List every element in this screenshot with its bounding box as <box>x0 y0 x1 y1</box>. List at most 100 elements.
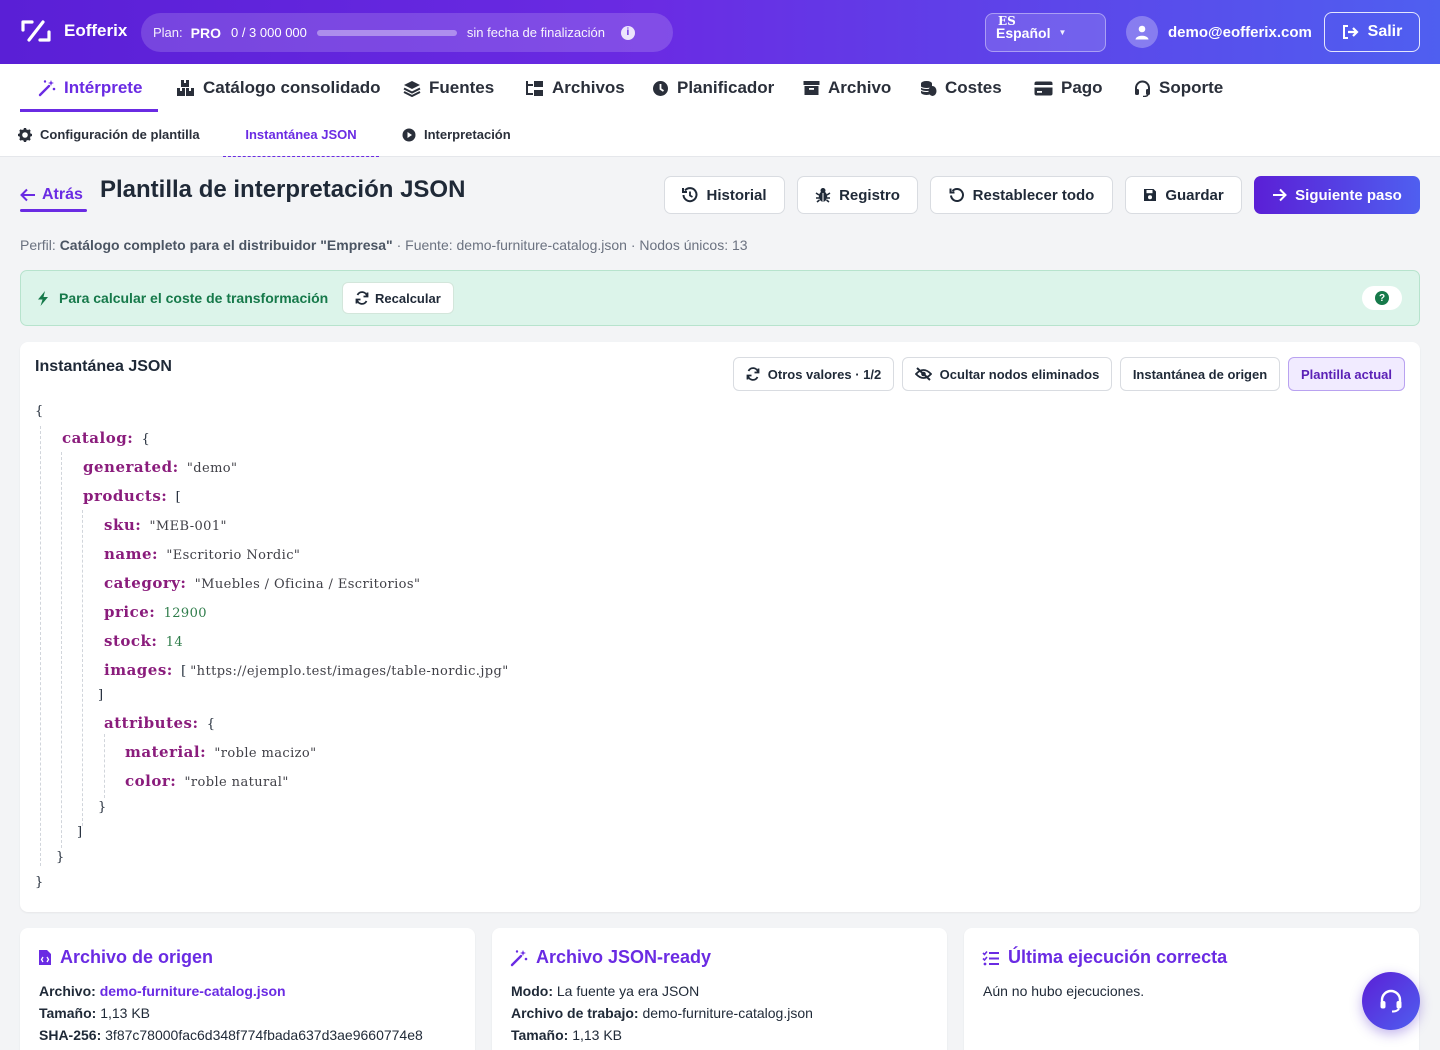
headset-icon <box>1134 80 1151 97</box>
subtab-label: Configuración de plantilla <box>40 127 200 142</box>
arrow-left-icon <box>20 188 36 202</box>
json-line-color[interactable]: color: "roble natural" <box>125 772 289 790</box>
sub-navigation: Configuración de plantilla Instantánea J… <box>0 112 1440 157</box>
recalculate-button[interactable]: Recalcular <box>342 282 454 314</box>
source-file-title: Archivo de origen <box>60 947 214 967</box>
logout-button[interactable]: Salir <box>1324 12 1420 52</box>
nav-item-planner[interactable]: Planificador <box>652 64 774 112</box>
refresh-icon <box>355 291 369 305</box>
language-selector[interactable]: ES Español ▼ <box>985 13 1106 52</box>
subtab-label: Instantánea JSON <box>245 127 357 142</box>
subtab-template-config[interactable]: Configuración de plantilla <box>18 112 200 157</box>
json-ready-title: Archivo JSON-ready <box>536 947 712 967</box>
save-label: Guardar <box>1165 186 1224 204</box>
nav-label: Fuentes <box>429 78 495 97</box>
nav-label: Intérprete <box>64 78 143 97</box>
last-run-text: Aún no hubo ejecuciones. <box>983 983 1145 999</box>
json-line-images[interactable]: images: [ "https://ejemplo.test/images/t… <box>104 661 509 679</box>
log-button[interactable]: Registro <box>797 176 918 214</box>
nav-item-archive[interactable]: Archivo <box>803 64 891 112</box>
json-ready-mode-row: Modo: La fuente ya era JSON <box>511 983 700 999</box>
subtab-label: Interpretación <box>424 127 511 142</box>
json-line-sku[interactable]: sku: "MEB-001" <box>104 516 227 534</box>
history-button[interactable]: Historial <box>664 176 785 214</box>
list-check-icon <box>982 950 1000 966</box>
last-run-card: Última ejecución correcta Aún no hubo ej… <box>964 928 1419 1050</box>
source-file-name-row: Archivo: demo-furniture-catalog.json <box>39 983 286 999</box>
source-info: · Fuente: demo-furniture-catalog.json · … <box>392 237 748 253</box>
source-file-size-row: Tamaño: 1,13 KB <box>39 1005 151 1021</box>
nav-item-interpreter[interactable]: Intérprete <box>20 64 158 112</box>
logout-label: Salir <box>1367 23 1403 40</box>
help-button[interactable]: ? <box>1362 286 1402 310</box>
boxes-icon <box>176 79 195 97</box>
sync-icon <box>746 367 760 381</box>
nav-label: Pago <box>1061 78 1103 97</box>
other-values-button[interactable]: Otros valores · 1/2 <box>733 357 894 391</box>
user-menu[interactable]: demo@eofferix.com <box>1126 16 1312 48</box>
main-navigation: Intérprete Catálogo consolidado Fuentes … <box>0 64 1440 112</box>
app-logo[interactable]: Eofferix <box>20 18 127 44</box>
cost-alert: Para calcular el coste de transformación… <box>20 270 1420 326</box>
user-email: demo@eofferix.com <box>1168 23 1312 41</box>
user-avatar-icon <box>1126 16 1158 48</box>
magic-wand-icon <box>38 79 56 97</box>
indent-guide <box>104 734 105 798</box>
json-line-attributes[interactable]: attributes: { <box>104 714 215 732</box>
json-line-price[interactable]: price: 12900 <box>104 603 207 621</box>
history-icon <box>682 187 698 203</box>
logout-icon <box>1342 24 1360 40</box>
json-line-generated[interactable]: generated: "demo" <box>83 458 237 476</box>
json-line: ] <box>98 688 104 703</box>
plan-usage: 0 / 3 000 000 <box>230 25 307 40</box>
history-label: Historial <box>706 186 767 204</box>
nav-item-costs[interactable]: Costes <box>920 64 1002 112</box>
profile-meta: Perfil: Catálogo completo para el distri… <box>20 237 748 253</box>
next-step-button[interactable]: Siguiente paso <box>1254 176 1420 214</box>
chevron-down-icon: ▼ <box>1058 28 1067 37</box>
hide-deleted-label: Ocultar nodos eliminados <box>939 366 1100 382</box>
reset-all-button[interactable]: Restablecer todo <box>930 176 1113 214</box>
json-line-products[interactable]: products: [ <box>83 487 181 505</box>
subtab-interpretation[interactable]: Interpretación <box>402 112 511 157</box>
nav-item-support[interactable]: Soporte <box>1134 64 1223 112</box>
plan-label: Plan: <box>153 25 183 40</box>
current-template-label: Plantilla actual <box>1300 366 1393 382</box>
plan-usage-pill: Plan: PRO 0 / 3 000 000 sin fecha de fin… <box>141 13 673 52</box>
reset-icon <box>949 187 965 203</box>
logo-icon <box>20 18 52 44</box>
json-line-material[interactable]: material: "roble macizo" <box>125 743 317 761</box>
next-step-label: Siguiente paso <box>1295 186 1402 204</box>
json-line-category[interactable]: category: "Muebles / Oficina / Escritori… <box>104 574 420 592</box>
nav-item-files[interactable]: Archivos <box>525 64 625 112</box>
indent-guide <box>82 510 83 826</box>
subtab-json-snapshot[interactable]: Instantánea JSON <box>223 112 379 157</box>
support-chat-button[interactable] <box>1362 972 1420 1030</box>
json-line: } <box>35 875 44 890</box>
json-line-name[interactable]: name: "Escritorio Nordic" <box>104 545 300 563</box>
other-values-label: Otros valores · 1/2 <box>767 366 882 382</box>
info-icon[interactable]: i <box>620 25 635 40</box>
save-button[interactable]: Guardar <box>1125 176 1242 214</box>
json-ready-work-row: Archivo de trabajo: demo-furniture-catal… <box>511 1005 813 1021</box>
nav-label: Archivo <box>828 78 892 97</box>
nav-item-payment[interactable]: Pago <box>1034 64 1103 112</box>
json-line-catalog[interactable]: catalog: { <box>62 429 150 447</box>
eye-slash-icon <box>914 367 932 381</box>
current-template-button[interactable]: Plantilla actual <box>1288 357 1405 391</box>
hide-deleted-nodes-button[interactable]: Ocultar nodos eliminados <box>902 357 1112 391</box>
back-button[interactable]: Atrás <box>20 178 87 212</box>
source-file-link[interactable]: demo-furniture-catalog.json <box>100 983 286 999</box>
usage-progress-bar <box>316 29 457 36</box>
json-line: } <box>56 850 65 865</box>
json-line-stock[interactable]: stock: 14 <box>104 632 183 650</box>
nav-item-consolidated-catalog[interactable]: Catálogo consolidado <box>176 64 381 112</box>
back-label: Atrás <box>42 186 83 203</box>
nav-item-sources[interactable]: Fuentes <box>403 64 494 112</box>
indent-guide <box>61 452 62 848</box>
top-bar: Eofferix Plan: PRO 0 / 3 000 000 sin fec… <box>0 0 1440 64</box>
source-snapshot-button[interactable]: Instantánea de origen <box>1120 357 1280 391</box>
question-icon: ? <box>1375 291 1389 305</box>
coins-icon <box>920 80 937 97</box>
json-line: ] <box>77 825 83 840</box>
